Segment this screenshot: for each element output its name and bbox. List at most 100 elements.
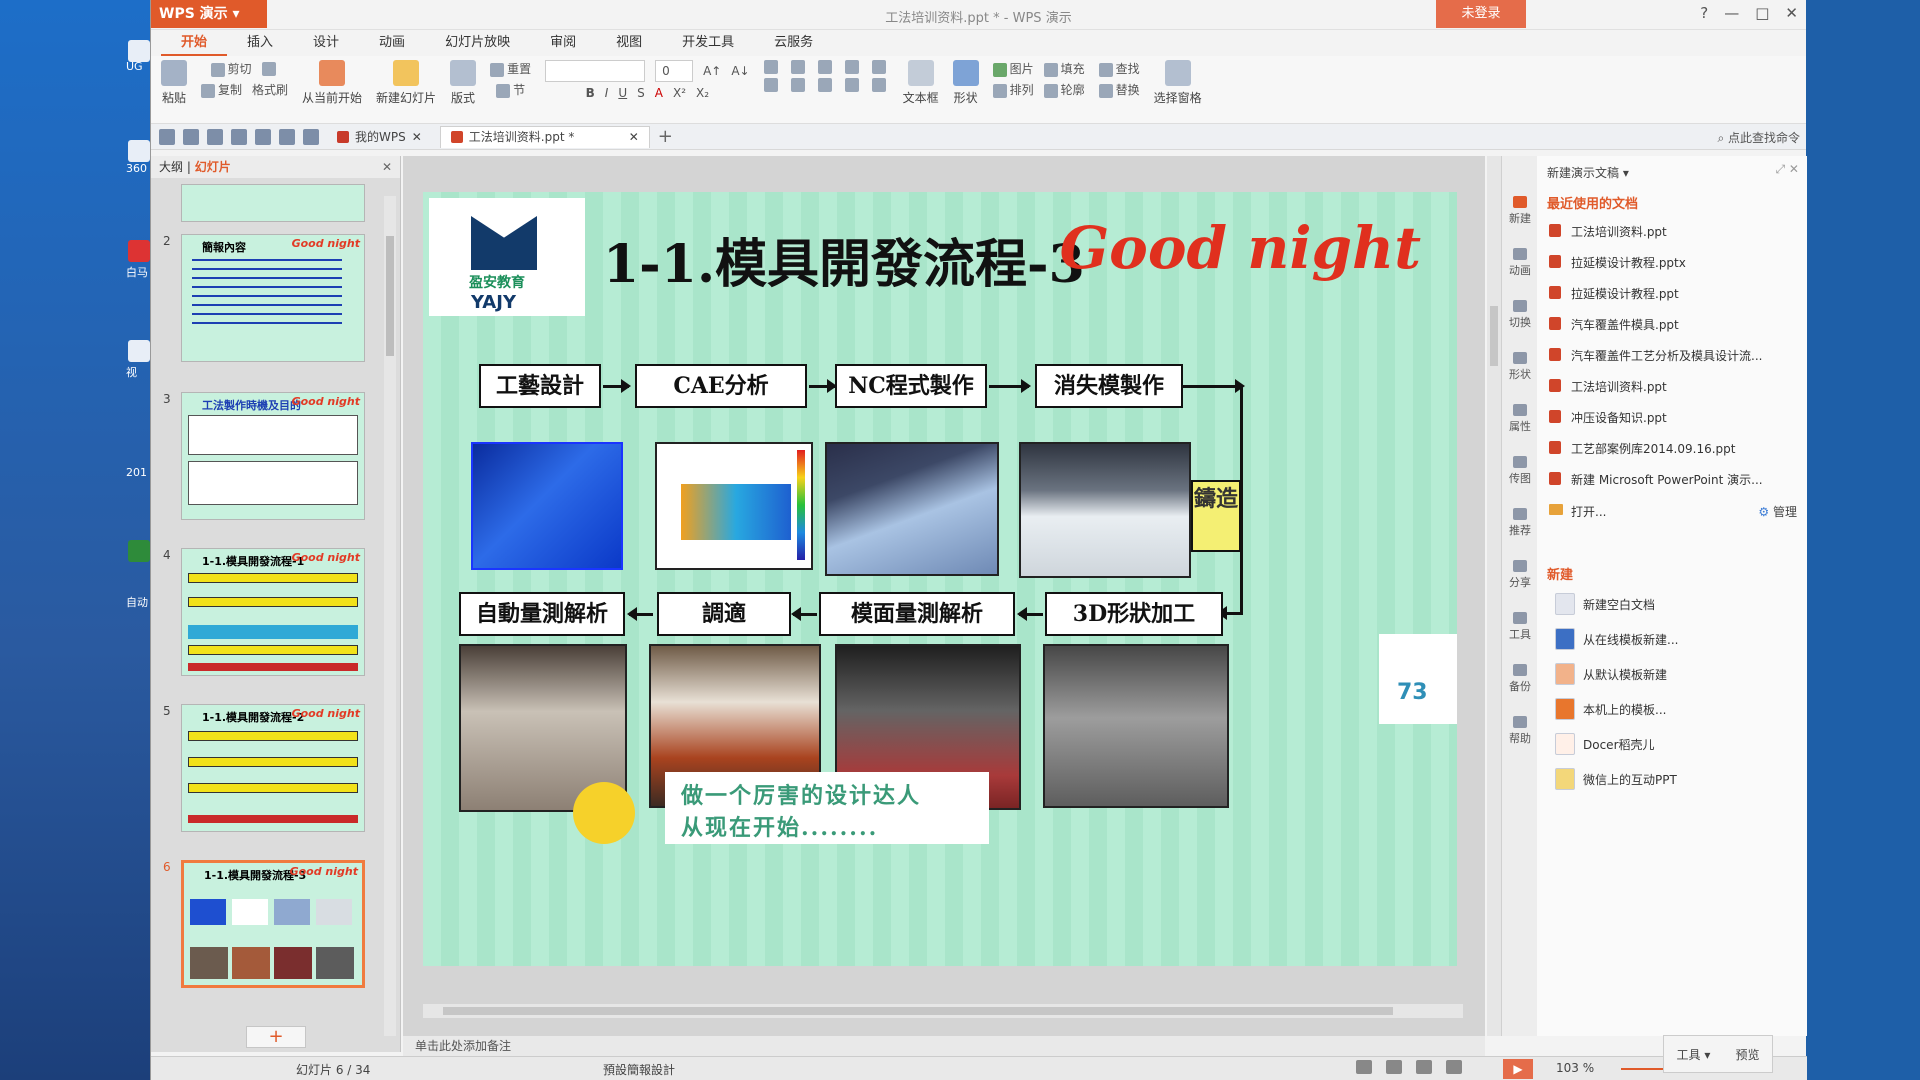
sidebar-item-help[interactable]: 帮助 <box>1506 716 1534 746</box>
cut-button[interactable]: 剪切 <box>210 60 252 77</box>
sidebar-item-shape[interactable]: 形状 <box>1506 352 1534 382</box>
numbered-list-icon[interactable] <box>790 60 805 74</box>
close-icon[interactable]: ✕ <box>382 156 392 178</box>
tab-animation[interactable]: 动画 <box>359 30 425 56</box>
sidebar-item-recommend[interactable]: 推荐 <box>1506 508 1534 538</box>
undo-icon[interactable] <box>279 128 295 145</box>
tab-slides[interactable]: 幻灯片 <box>195 160 231 174</box>
recent-file[interactable]: 新建 Microsoft PowerPoint 演示... <box>1537 464 1807 495</box>
slide-thumbnail[interactable]: 2 簡報內容 Good night <box>163 234 365 362</box>
select-pane-button[interactable]: 选择窗格 <box>1154 60 1202 106</box>
desktop-app-icon[interactable] <box>128 340 150 362</box>
play-slideshow-button[interactable]: ▶ <box>1503 1059 1533 1079</box>
sidebar-item-new[interactable]: 新建 <box>1506 196 1534 226</box>
format-painter-button[interactable] <box>261 61 279 76</box>
find-button[interactable]: 查找 <box>1098 60 1140 77</box>
bullet-list-icon[interactable] <box>763 60 778 74</box>
font-size-select[interactable]: 0 <box>655 60 694 82</box>
notes-view-icon[interactable] <box>1356 1060 1372 1074</box>
reset-button[interactable]: 重置 <box>490 60 531 77</box>
tab-cloud[interactable]: 云服务 <box>754 30 833 56</box>
replace-button[interactable]: 替换 <box>1098 81 1140 98</box>
tab-review[interactable]: 审阅 <box>530 30 596 56</box>
tab-insert[interactable]: 插入 <box>227 30 293 56</box>
copy-button[interactable]: 复制 <box>201 81 242 98</box>
horizontal-scrollbar[interactable] <box>423 1004 1463 1018</box>
recent-file[interactable]: 拉延模设计教程.pptx <box>1537 247 1807 278</box>
maximize-button[interactable]: □ <box>1755 4 1769 22</box>
textbox-button[interactable]: 文本框 <box>903 60 939 106</box>
underline-button[interactable]: U <box>618 86 627 100</box>
print-icon[interactable] <box>231 128 247 145</box>
save-icon[interactable] <box>183 128 199 145</box>
normal-view-icon[interactable] <box>1386 1060 1402 1074</box>
align-right-icon[interactable] <box>817 78 832 92</box>
recent-file[interactable]: 拉延模设计教程.ppt <box>1537 278 1807 309</box>
sidebar-item-send-image[interactable]: 传图 <box>1506 456 1534 486</box>
zoom-level[interactable]: 103 % <box>1556 1061 1594 1075</box>
close-icon[interactable]: ✕ <box>412 126 422 148</box>
sorter-view-icon[interactable] <box>1416 1060 1432 1074</box>
slide-thumbnail[interactable]: 5 1-1.模具開發流程-2 Good night <box>163 704 365 832</box>
login-button[interactable]: 未登录 <box>1436 0 1526 28</box>
indent-icon[interactable] <box>817 60 832 74</box>
redo-icon[interactable] <box>303 128 319 145</box>
tools-button[interactable]: 工具 ▾ <box>1677 1046 1711 1063</box>
fill-button[interactable]: 填充 <box>1043 60 1085 77</box>
notes-placeholder[interactable]: 单击此处添加备注 <box>403 1036 1485 1056</box>
vertical-scrollbar[interactable] <box>1487 156 1501 1036</box>
slide-thumbnail-active[interactable]: 6 1-1.模具開發流程-3 Good night <box>163 860 365 988</box>
recent-file[interactable]: 汽车覆盖件工艺分析及模具设计流... <box>1537 340 1807 371</box>
shrink-font-button[interactable]: A↓ <box>731 64 749 78</box>
recent-file[interactable]: 工法培训资料.ppt <box>1537 371 1807 402</box>
close-icon[interactable]: ✕ <box>629 126 639 148</box>
sidebar-item-share[interactable]: 分享 <box>1506 560 1534 590</box>
reading-view-icon[interactable] <box>1446 1060 1462 1074</box>
thumbnail-scrollbar[interactable] <box>384 196 396 1036</box>
slide-canvas[interactable]: 盈安教育 YAJY 1-1.模具開發流程-3 Good night 工藝設計 C… <box>423 192 1457 966</box>
sidebar-item-properties[interactable]: 属性 <box>1506 404 1534 434</box>
section-button[interactable]: 节 <box>496 81 525 98</box>
slide-thumbnail[interactable] <box>163 184 365 222</box>
layout-button[interactable]: 版式 <box>450 60 477 106</box>
recent-file[interactable]: 冲压设备知识.ppt <box>1537 402 1807 433</box>
line-spacing-icon[interactable] <box>871 78 886 92</box>
new-blank-doc[interactable]: 新建空白文档 <box>1537 587 1807 622</box>
close-icon[interactable]: ⤢ ✕ <box>1776 162 1799 177</box>
sidebar-item-transition[interactable]: 切换 <box>1506 300 1534 330</box>
print-preview-icon[interactable] <box>255 128 271 145</box>
font-color-button[interactable]: A <box>655 86 663 100</box>
minimize-button[interactable]: — <box>1724 4 1739 22</box>
desktop-app-icon[interactable] <box>128 540 150 562</box>
from-current-button[interactable]: 从当前开始 <box>302 60 362 106</box>
align-center-icon[interactable] <box>790 78 805 92</box>
tab-design[interactable]: 设计 <box>293 30 359 56</box>
italic-button[interactable]: I <box>605 86 609 100</box>
add-slide-button[interactable]: + <box>246 1026 306 1048</box>
open-file-link[interactable]: 打开... ⚙ 管理 <box>1537 495 1807 528</box>
recent-file[interactable]: 工法培训资料.ppt <box>1537 216 1807 247</box>
tab-my-wps[interactable]: 我的WPS ✕ <box>327 126 432 148</box>
columns-icon[interactable] <box>844 60 859 74</box>
tab-view[interactable]: 视图 <box>596 30 662 56</box>
paste-button[interactable]: 粘贴 <box>161 60 187 106</box>
new-tab-button[interactable]: + <box>658 126 673 147</box>
new-slide-button[interactable]: 新建幻灯片 <box>376 60 436 106</box>
desktop-app-icon[interactable] <box>128 40 150 62</box>
sidebar-item-animation[interactable]: 动画 <box>1506 248 1534 278</box>
manage-link[interactable]: ⚙ 管理 <box>1758 503 1797 520</box>
desktop-app-icon[interactable] <box>128 140 150 162</box>
tab-outline[interactable]: 大纲 <box>159 160 183 174</box>
close-button[interactable]: ✕ <box>1785 4 1798 22</box>
strikethrough-button[interactable]: S <box>637 86 645 100</box>
help-icon[interactable]: ? <box>1700 4 1708 22</box>
superscript-button[interactable]: X² <box>673 86 686 100</box>
bold-button[interactable]: B <box>586 86 595 100</box>
new-from-default-template[interactable]: 从默认模板新建 <box>1537 657 1807 692</box>
wechat-interactive-ppt[interactable]: 微信上的互动PPT <box>1537 762 1807 797</box>
tab-home[interactable]: 开始 <box>161 30 228 56</box>
text-direction-icon[interactable] <box>871 60 886 74</box>
recent-file[interactable]: 汽车覆盖件模具.ppt <box>1537 309 1807 340</box>
outline-button[interactable]: 轮廓 <box>1043 81 1085 98</box>
justify-icon[interactable] <box>844 78 859 92</box>
